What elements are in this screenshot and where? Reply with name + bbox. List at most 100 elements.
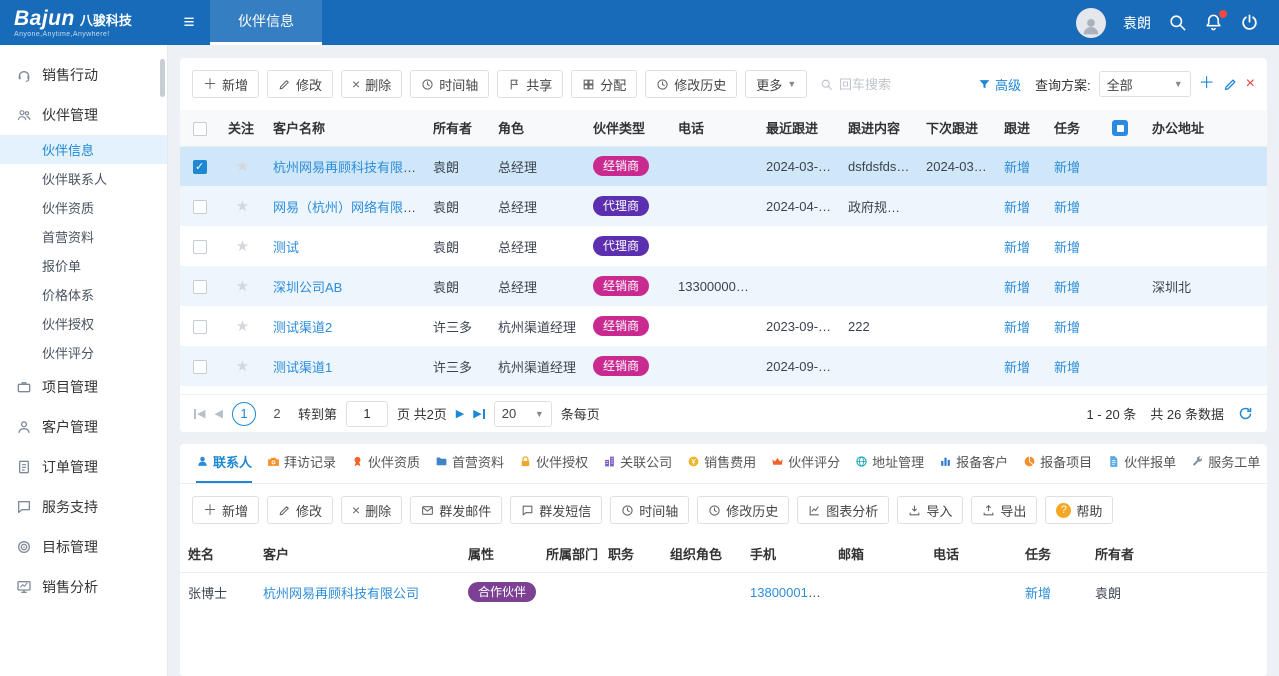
edit-button[interactable]: 修改: [267, 496, 333, 524]
page-number-1[interactable]: 1: [232, 402, 256, 426]
sidebar-item-order-mgmt[interactable]: 订单管理: [0, 447, 167, 487]
power-icon[interactable]: [1240, 13, 1259, 32]
delete-button[interactable]: ×删除: [341, 496, 402, 524]
sidebar-item-sales-action[interactable]: 销售行动: [0, 55, 167, 95]
bulk-sms-button[interactable]: 群发短信: [510, 496, 602, 524]
add-query-plan-icon[interactable]: ＋: [1199, 76, 1215, 92]
customer-name-link[interactable]: 杭州网易再顾科技有限公司: [263, 586, 419, 601]
delete-query-plan-icon[interactable]: ×: [1246, 76, 1255, 92]
mobile-link[interactable]: 13800001235: [750, 585, 830, 600]
star-icon[interactable]: ★: [236, 318, 249, 335]
tab-contacts[interactable]: 联系人: [196, 452, 252, 483]
last-page-button[interactable]: ▶: [473, 407, 484, 420]
column-header-follow[interactable]: 关注: [220, 110, 265, 146]
tab-reported-projects[interactable]: 报备项目: [1023, 452, 1092, 483]
follow-add-link[interactable]: 新增: [1004, 280, 1030, 295]
task-add-link[interactable]: 新增: [1054, 280, 1080, 295]
search-input[interactable]: [839, 77, 949, 92]
star-icon[interactable]: ★: [236, 158, 249, 175]
customer-name-link[interactable]: 测试: [273, 240, 299, 255]
timeline-button[interactable]: 时间轴: [610, 496, 689, 524]
row-checkbox[interactable]: [193, 360, 207, 374]
sidebar-item-target-mgmt[interactable]: 目标管理: [0, 527, 167, 567]
column-header-customer[interactable]: 客户: [255, 536, 460, 572]
column-header-phone[interactable]: 电话: [925, 536, 1017, 572]
column-header-address[interactable]: 办公地址: [1144, 110, 1267, 146]
column-header-name[interactable]: 客户名称: [265, 110, 425, 146]
sidebar-subitem-partner-qualification[interactable]: 伙伴资质: [0, 193, 167, 222]
sidebar-item-sales-analysis[interactable]: 销售分析: [0, 567, 167, 607]
column-header-owner[interactable]: 所有者: [1087, 536, 1267, 572]
column-header-dept[interactable]: 所属部门: [538, 536, 600, 572]
task-add-link[interactable]: 新增: [1054, 200, 1080, 215]
tab-first-sale-docs[interactable]: 首营资料: [435, 452, 504, 483]
row-checkbox[interactable]: [193, 280, 207, 294]
column-header-next-follow[interactable]: 下次跟进: [918, 110, 996, 146]
customer-name-link[interactable]: 测试渠道2: [273, 320, 332, 335]
tab-partner-authorization[interactable]: 伙伴授权: [519, 452, 588, 483]
column-header-owner[interactable]: 所有者: [425, 110, 490, 146]
advanced-filter[interactable]: 高级: [978, 75, 1021, 94]
bulk-email-button[interactable]: 群发邮件: [410, 496, 502, 524]
column-header-org-role[interactable]: 组织角色: [662, 536, 742, 572]
table-row[interactable]: ★ 测试渠道1 许三多 杭州渠道经理 经销商 2024-09-03 新增 新增: [180, 346, 1267, 386]
per-page-select[interactable]: 20 ▼: [494, 401, 552, 427]
column-header-attr[interactable]: 属性: [460, 536, 538, 572]
table-row[interactable]: ★ 测试渠道2 许三多 杭州渠道经理 经销商 2023-09-21 222 新增…: [180, 306, 1267, 346]
page-number-2[interactable]: 2: [265, 402, 289, 426]
tab-partner-score[interactable]: 伙伴评分: [771, 452, 840, 483]
column-header-title[interactable]: 职务: [600, 536, 662, 572]
column-header-task[interactable]: 任务: [1017, 536, 1087, 572]
column-header-last-follow[interactable]: 最近跟进: [758, 110, 840, 146]
help-button[interactable]: ?帮助: [1045, 496, 1113, 524]
sidebar-scrollbar-thumb[interactable]: [160, 59, 165, 97]
task-add-link[interactable]: 新增: [1054, 320, 1080, 335]
follow-add-link[interactable]: 新增: [1004, 360, 1030, 375]
share-button[interactable]: 共享: [497, 70, 563, 98]
task-add-link[interactable]: 新增: [1054, 360, 1080, 375]
sidebar-subitem-price-system[interactable]: 价格体系: [0, 280, 167, 309]
follow-add-link[interactable]: 新增: [1004, 240, 1030, 255]
add-button[interactable]: ＋新增: [192, 70, 259, 98]
tab-partner-qualification[interactable]: 伙伴资质: [351, 452, 420, 483]
sidebar-item-customer-mgmt[interactable]: 客户管理: [0, 407, 167, 447]
avatar[interactable]: [1076, 8, 1106, 38]
edit-button[interactable]: 修改: [267, 70, 333, 98]
customer-name-link[interactable]: 测试渠道1: [273, 360, 332, 375]
column-header-phone[interactable]: 电话: [670, 110, 758, 146]
column-header-name[interactable]: 姓名: [180, 536, 255, 572]
hamburger-menu-icon[interactable]: ≡: [168, 0, 210, 45]
prev-page-button[interactable]: ◀: [214, 407, 222, 420]
sidebar-subitem-partner-info[interactable]: 伙伴信息: [0, 135, 167, 164]
query-plan-select[interactable]: 全部 ▼: [1099, 71, 1191, 97]
timeline-button[interactable]: 时间轴: [410, 70, 489, 98]
follow-add-link[interactable]: 新增: [1004, 320, 1030, 335]
table-row[interactable]: ★ 测试 袁朗 总经理 代理商 新增 新增: [180, 226, 1267, 266]
tab-service-tickets[interactable]: 服务工单: [1191, 452, 1260, 483]
delete-button[interactable]: ×删除: [341, 70, 402, 98]
edit-history-button[interactable]: 修改历史: [645, 70, 737, 98]
column-header-follow-up[interactable]: 跟进: [996, 110, 1046, 146]
sidebar-subitem-partner-authorization[interactable]: 伙伴授权: [0, 309, 167, 338]
column-header-mobile[interactable]: 手机: [742, 536, 830, 572]
table-row[interactable]: ★ 深圳公司AB 袁朗 总经理 经销商 13300000002 新增 新增 深圳…: [180, 266, 1267, 306]
sidebar-item-partner-mgmt[interactable]: 伙伴管理: [0, 95, 167, 135]
import-button[interactable]: 导入: [897, 496, 963, 524]
column-header-follow-content[interactable]: 跟进内容: [840, 110, 918, 146]
sidebar-subitem-partner-contacts[interactable]: 伙伴联系人: [0, 164, 167, 193]
first-page-button[interactable]: ◀: [194, 407, 205, 420]
tab-sales-expenses[interactable]: 销售费用: [687, 452, 756, 483]
tab-reported-customers[interactable]: 报备客户: [939, 452, 1008, 483]
refresh-icon[interactable]: [1238, 406, 1253, 421]
next-page-button[interactable]: ▶: [456, 407, 464, 420]
row-checkbox[interactable]: [193, 200, 207, 214]
sidebar-subitem-partner-score[interactable]: 伙伴评分: [0, 338, 167, 367]
more-button[interactable]: 更多▼: [745, 70, 807, 98]
add-button[interactable]: ＋新增: [192, 496, 259, 524]
goto-page-input[interactable]: [346, 401, 388, 427]
tab-address-mgmt[interactable]: 地址管理: [855, 452, 924, 483]
follow-add-link[interactable]: 新增: [1004, 200, 1030, 215]
star-icon[interactable]: ★: [236, 198, 249, 215]
follow-add-link[interactable]: 新增: [1004, 160, 1030, 175]
table-row[interactable]: ★ 杭州网易再顾科技有限公司 袁朗 总经理 经销商 2024-03-15 dsf…: [180, 146, 1267, 186]
